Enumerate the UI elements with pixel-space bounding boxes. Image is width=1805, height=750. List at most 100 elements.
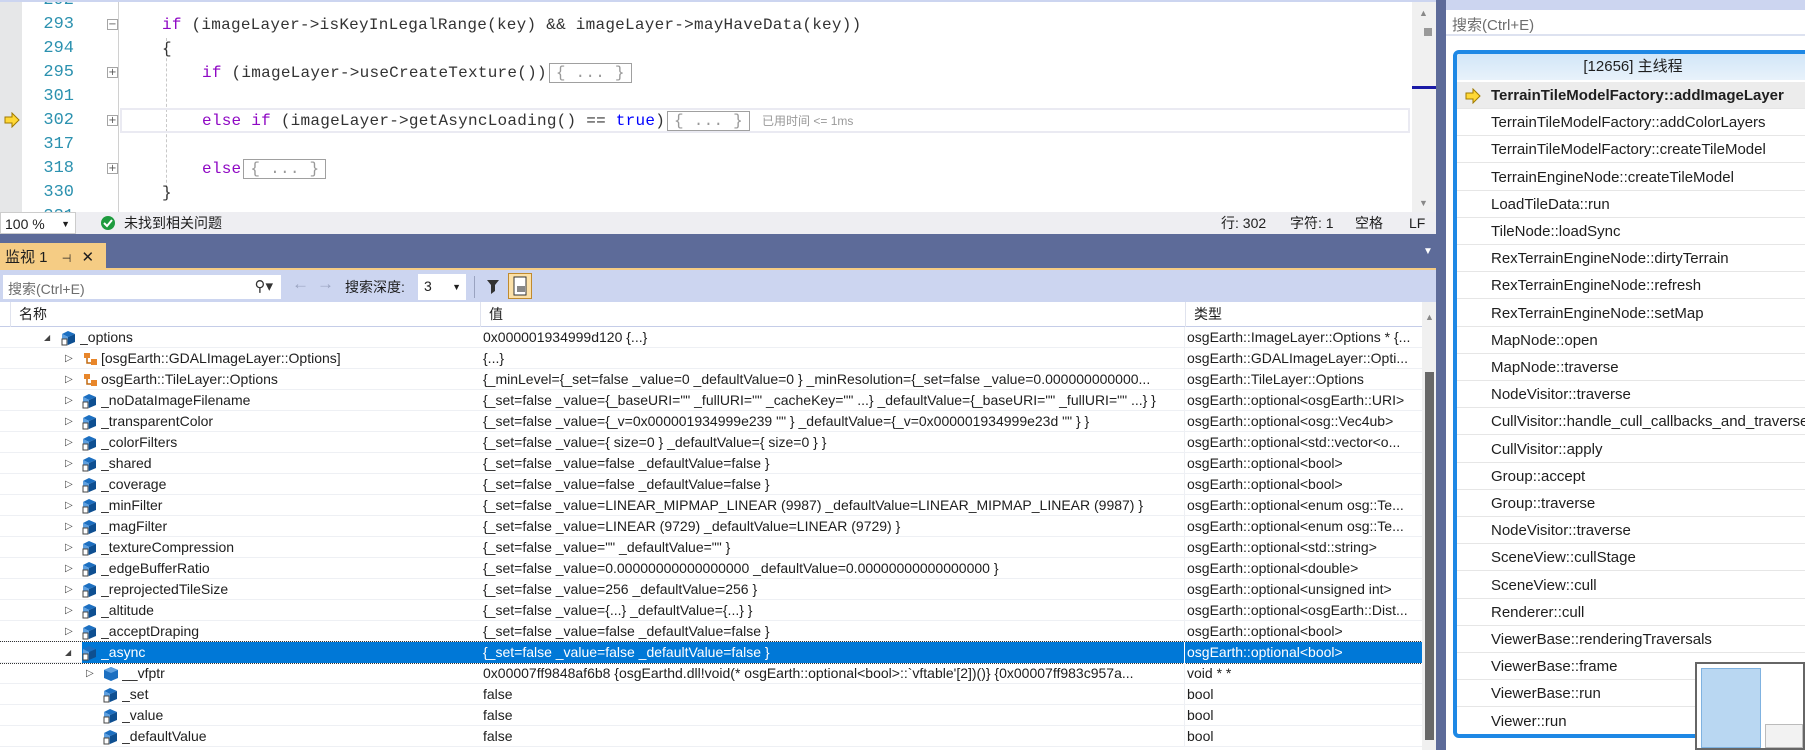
- stack-frame[interactable]: ViewerBase::renderingTraversals: [1457, 626, 1805, 653]
- watch-value[interactable]: 0x00007ff9848af6b8 {osgEarthd.dll!void(*…: [483, 663, 1183, 684]
- watch-row[interactable]: _defaultValue false bool: [0, 726, 1422, 747]
- watch-row[interactable]: ▷ _magFilter {_set=false _value=LINEAR (97…: [0, 516, 1422, 537]
- callstack-search-input[interactable]: 搜索(Ctrl+E): [1446, 10, 1805, 36]
- stack-frame[interactable]: CullVisitor::apply: [1457, 436, 1805, 463]
- expand-icon[interactable]: +: [107, 115, 118, 126]
- watch-value[interactable]: 0x000001934999d120 {...}: [483, 327, 1183, 348]
- watch-value[interactable]: {_set=false _value={_baseURI="" _fullURI…: [483, 390, 1183, 411]
- stack-frame[interactable]: TileNode::loadSync: [1457, 218, 1805, 245]
- code-line[interactable]: if (imageLayer->isKeyInLegalRange(key) &…: [162, 13, 861, 37]
- collapsed-triangle-icon[interactable]: ▷: [65, 432, 75, 453]
- watch-row[interactable]: ▷ _minFilter {_set=false _value=LINEAR_MIP…: [0, 495, 1422, 516]
- scroll-up-icon[interactable]: ▲: [1419, 8, 1428, 18]
- watch-row[interactable]: ▷ _edgeBufferRatio {_set=false _value=0.00…: [0, 558, 1422, 579]
- watch-value[interactable]: {_set=false _value={ size=0 } _defaultVa…: [483, 432, 1183, 453]
- scroll-up-icon[interactable]: ▲: [1425, 312, 1434, 322]
- collapsed-triangle-icon[interactable]: ▷: [65, 411, 75, 432]
- issues-status[interactable]: 未找到相关问题: [124, 212, 222, 234]
- column-name[interactable]: 名称: [10, 302, 480, 327]
- watch-value[interactable]: {...}: [483, 348, 1183, 369]
- search-icon[interactable]: ⚲▾: [254, 277, 273, 295]
- stack-frame[interactable]: RexTerrainEngineNode::refresh: [1457, 272, 1805, 300]
- line-indicator[interactable]: 行: 302: [1221, 212, 1266, 234]
- stack-frame[interactable]: TerrainTileModelFactory::addColorLayers: [1457, 109, 1805, 137]
- overview-thumbnail[interactable]: [1695, 662, 1805, 750]
- collapsed-triangle-icon[interactable]: ▷: [65, 369, 75, 390]
- code-line[interactable]: else{ ... }: [202, 157, 327, 181]
- watch-row[interactable]: ▷ _reprojectedTileSize {_set=false _value=…: [0, 579, 1422, 600]
- watch-value[interactable]: {_set=false _value=false _defaultValue=f…: [483, 453, 1183, 474]
- watch-value[interactable]: {_set=false _value=false _defaultValue=f…: [483, 642, 1183, 663]
- watch-value[interactable]: {_set=false _value=LINEAR (9729) _defaul…: [483, 516, 1183, 537]
- collapsed-triangle-icon[interactable]: ▷: [65, 621, 75, 642]
- watch-value[interactable]: false: [483, 726, 1183, 747]
- scroll-down-icon[interactable]: ▼: [1419, 198, 1428, 208]
- stack-frame[interactable]: RexTerrainEngineNode::dirtyTerrain: [1457, 245, 1805, 273]
- watch-value[interactable]: {_set=false _value=false _defaultValue=f…: [483, 474, 1183, 495]
- stack-frame[interactable]: LoadTileData::run: [1457, 191, 1805, 218]
- watch-row[interactable]: ▷ _shared {_set=false _value=false _defaul…: [0, 453, 1422, 474]
- code-line[interactable]: }: [162, 181, 172, 205]
- stack-frame[interactable]: CullVisitor::handle_cull_callbacks_and_t…: [1457, 408, 1805, 436]
- collapsed-block[interactable]: { ... }: [548, 63, 632, 83]
- expanded-triangle-icon[interactable]: ◢: [65, 642, 75, 663]
- watch-value[interactable]: false: [483, 684, 1183, 705]
- watch-scrollbar[interactable]: ▲: [1422, 302, 1436, 750]
- watch-value[interactable]: {_set=false _value=false _defaultValue=f…: [483, 621, 1183, 642]
- tab-watch-1[interactable]: 监视 1 ⊣ ✕: [0, 243, 106, 270]
- watch-row[interactable]: ▷ _colorFilters {_set=false _value={ size=…: [0, 432, 1422, 453]
- watch-value[interactable]: false: [483, 705, 1183, 726]
- collapsed-triangle-icon[interactable]: ▷: [65, 600, 75, 621]
- stack-frame[interactable]: TerrainEngineNode::createTileModel: [1457, 164, 1805, 191]
- collapse-icon[interactable]: −: [107, 19, 118, 30]
- watch-row[interactable]: ◢ _async {_set=false _value=false _default…: [0, 641, 1422, 664]
- expand-icon[interactable]: +: [107, 67, 118, 78]
- watch-value[interactable]: {_set=false _value=0.00000000000000000 _…: [483, 558, 1183, 579]
- stack-frame[interactable]: RexTerrainEngineNode::setMap: [1457, 300, 1805, 327]
- stack-frame[interactable]: Group::accept: [1457, 463, 1805, 490]
- watch-search-input[interactable]: 搜索(Ctrl+E) ⚲▾: [2, 274, 282, 300]
- expand-icon[interactable]: +: [107, 163, 118, 174]
- watch-value[interactable]: {_minLevel={_set=false _value=0 _default…: [483, 369, 1183, 390]
- stack-frame[interactable]: MapNode::traverse: [1457, 354, 1805, 381]
- code-line[interactable]: {: [162, 37, 172, 61]
- watch-row[interactable]: ▷ _altitude {_set=false _value={...} _defa…: [0, 600, 1422, 621]
- collapsed-triangle-icon[interactable]: ▷: [65, 495, 75, 516]
- stack-frame[interactable]: MapNode::open: [1457, 327, 1805, 354]
- collapsed-triangle-icon[interactable]: ▷: [65, 516, 75, 537]
- watch-row[interactable]: ▷ __vfptr 0x00007ff9848af6b8 {osgEarthd.dl…: [0, 663, 1422, 684]
- search-depth-select[interactable]: 3 ▼: [418, 274, 466, 300]
- view-toggle-button[interactable]: [508, 273, 532, 299]
- indent-mode[interactable]: 空格: [1355, 212, 1383, 234]
- watch-row[interactable]: ▷ _transparentColor {_set=false _value={_v…: [0, 411, 1422, 432]
- watch-row[interactable]: ▷ _coverage {_set=false _value=false _defa…: [0, 474, 1422, 495]
- watch-row[interactable]: ▷ [osgEarth::GDALImageLayer::Options] {...…: [0, 348, 1422, 369]
- pin-filter-icon[interactable]: [484, 278, 502, 296]
- collapsed-block[interactable]: { ... }: [243, 159, 327, 179]
- collapsed-triangle-icon[interactable]: ▷: [86, 663, 96, 684]
- collapsed-triangle-icon[interactable]: ▷: [65, 537, 75, 558]
- window-menu-chevron-icon[interactable]: ▼: [1423, 246, 1433, 257]
- column-value[interactable]: 值: [480, 302, 1185, 327]
- collapsed-triangle-icon[interactable]: ▷: [65, 474, 75, 495]
- column-type[interactable]: 类型: [1185, 302, 1422, 327]
- watch-row[interactable]: ▷ _acceptDraping {_set=false _value=false …: [0, 621, 1422, 642]
- watch-row[interactable]: ▷ _noDataImageFilename {_set=false _value=…: [0, 390, 1422, 411]
- panel-splitter[interactable]: [1436, 0, 1446, 750]
- char-indicator[interactable]: 字符: 1: [1290, 212, 1334, 234]
- stack-frame[interactable]: SceneView::cull: [1457, 572, 1805, 599]
- collapsed-triangle-icon[interactable]: ▷: [65, 579, 75, 600]
- watch-row[interactable]: ▷ osgEarth::TileLayer::Options {_minLevel=…: [0, 369, 1422, 390]
- zoom-dropdown[interactable]: 100 % ▼: [0, 212, 76, 234]
- stack-frame[interactable]: TerrainTileModelFactory::addImageLayer: [1457, 82, 1805, 109]
- collapsed-triangle-icon[interactable]: ▷: [65, 390, 75, 411]
- search-back-icon[interactable]: ←: [292, 274, 309, 294]
- stack-frame[interactable]: SceneView::cullStage: [1457, 544, 1805, 572]
- stack-frame[interactable]: TerrainTileModelFactory::createTileModel: [1457, 136, 1805, 164]
- close-icon[interactable]: ✕: [81, 249, 94, 266]
- collapsed-triangle-icon[interactable]: ▷: [65, 453, 75, 474]
- watch-value[interactable]: {_set=false _value=LINEAR_MIPMAP_LINEAR …: [483, 495, 1183, 516]
- watch-row[interactable]: ◢ _options 0x000001934999d120 {...} osgEart…: [0, 327, 1422, 348]
- stack-frame[interactable]: NodeVisitor::traverse: [1457, 381, 1805, 409]
- code-line[interactable]: if (imageLayer->useCreateTexture()){ ...…: [202, 61, 632, 85]
